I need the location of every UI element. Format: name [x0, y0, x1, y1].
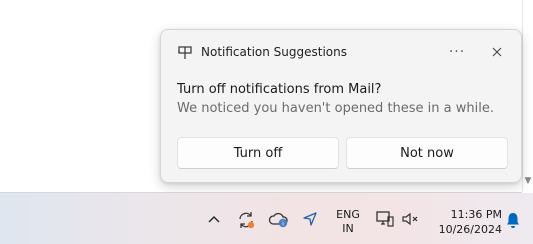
turn-off-button[interactable]: Turn off	[177, 137, 339, 169]
clock[interactable]: 11:36 PM 10/26/2024	[430, 206, 502, 238]
scroll-down-arrow-icon[interactable]: ▼	[523, 176, 533, 186]
sync-icon[interactable]	[235, 209, 257, 231]
notification-toast: Notification Suggestions ··· Turn off no…	[160, 29, 522, 183]
clock-time: 11:36 PM	[450, 208, 502, 221]
close-icon[interactable]	[485, 40, 509, 64]
clock-date: 10/26/2024	[438, 223, 502, 236]
chevron-up-icon[interactable]	[204, 209, 224, 229]
notification-bell-icon[interactable]	[503, 210, 523, 230]
network-icon[interactable]	[374, 209, 396, 229]
more-options-icon[interactable]: ···	[445, 40, 469, 64]
svg-text:i: i	[282, 220, 284, 228]
volume-muted-icon[interactable]	[399, 209, 421, 229]
onedrive-icon[interactable]: i	[267, 209, 291, 231]
desktop: ▼ Notification Suggestions ··· Turn off …	[0, 0, 533, 244]
language-code: ENG	[336, 208, 360, 221]
notification-title: Turn off notifications from Mail?	[177, 82, 382, 97]
language-region: IN	[342, 222, 354, 235]
window-edge	[522, 0, 523, 192]
notification-app-name: Notification Suggestions	[201, 45, 347, 59]
notification-body: We noticed you haven't opened these in a…	[177, 101, 494, 116]
not-now-button[interactable]: Not now	[346, 137, 508, 169]
language-indicator[interactable]: ENG IN	[333, 207, 363, 237]
toast-header: Notification Suggestions ···	[161, 30, 521, 74]
location-icon[interactable]	[300, 209, 320, 229]
taskbar: i ENG IN 11:36 PM 10/26/2024	[0, 193, 533, 244]
notification-suggestions-icon	[178, 45, 192, 59]
